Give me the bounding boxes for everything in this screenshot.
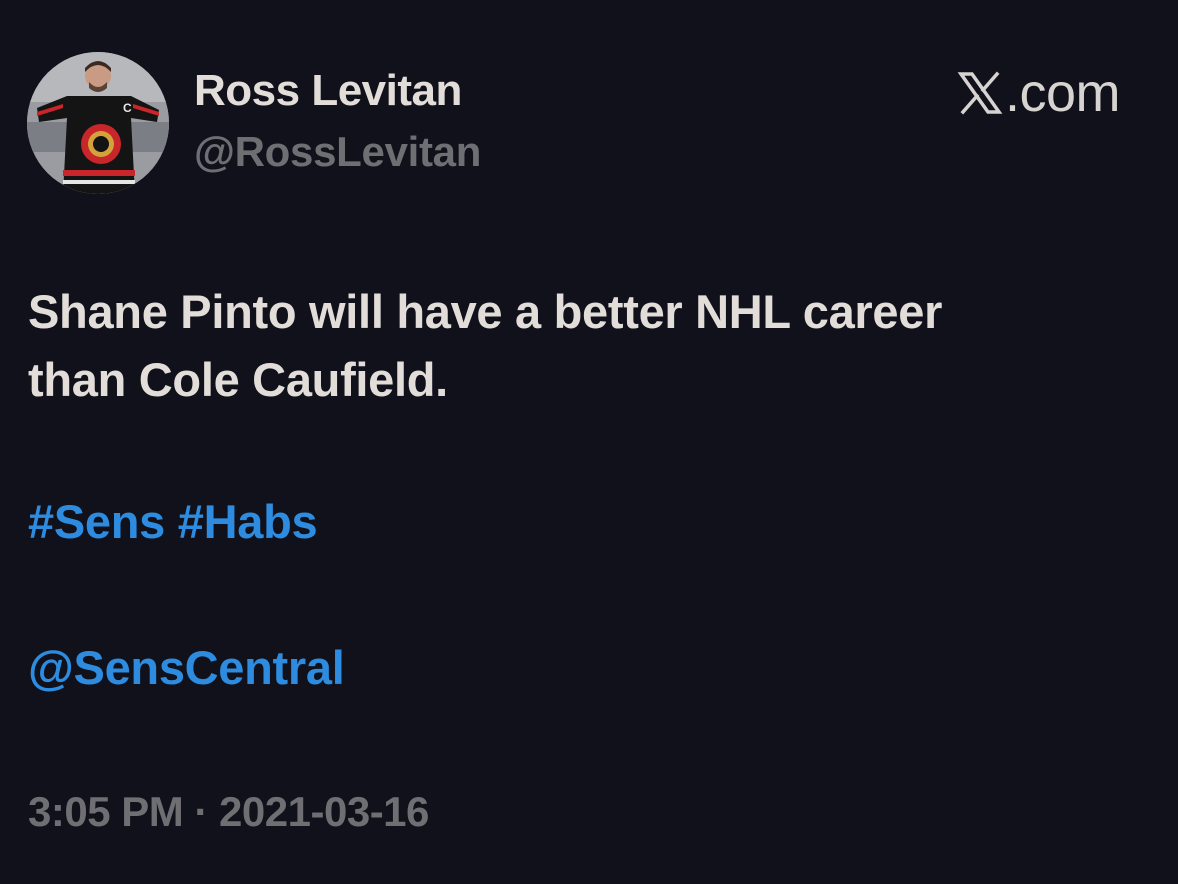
tweet-card: C Ross Levitan @RossLevitan .com Shane P… — [0, 0, 1178, 884]
brand-mark: .com — [957, 62, 1121, 124]
svg-text:C: C — [123, 101, 132, 115]
tweet-text: Shane Pinto will have a better NHL caree… — [28, 278, 1148, 414]
author-display-name[interactable]: Ross Levitan — [194, 66, 462, 116]
author-handle[interactable]: @RossLevitan — [194, 128, 481, 176]
x-logo-icon — [957, 71, 1003, 115]
tweet-timestamp[interactable]: 3:05 PM · 2021-03-16 — [28, 788, 429, 836]
avatar[interactable]: C — [27, 52, 169, 194]
hashtag-list: #Sens #Habs — [28, 494, 318, 549]
tweet-text-line: than Cole Caufield. — [28, 353, 448, 406]
hashtag-link[interactable]: #Sens — [28, 495, 165, 548]
brand-domain-label: .com — [1004, 63, 1121, 123]
mention-link[interactable]: @SensCentral — [28, 640, 345, 695]
tweet-text-line: Shane Pinto will have a better NHL caree… — [28, 285, 943, 338]
avatar-image: C — [27, 52, 169, 194]
hashtag-link[interactable]: #Habs — [178, 495, 318, 548]
